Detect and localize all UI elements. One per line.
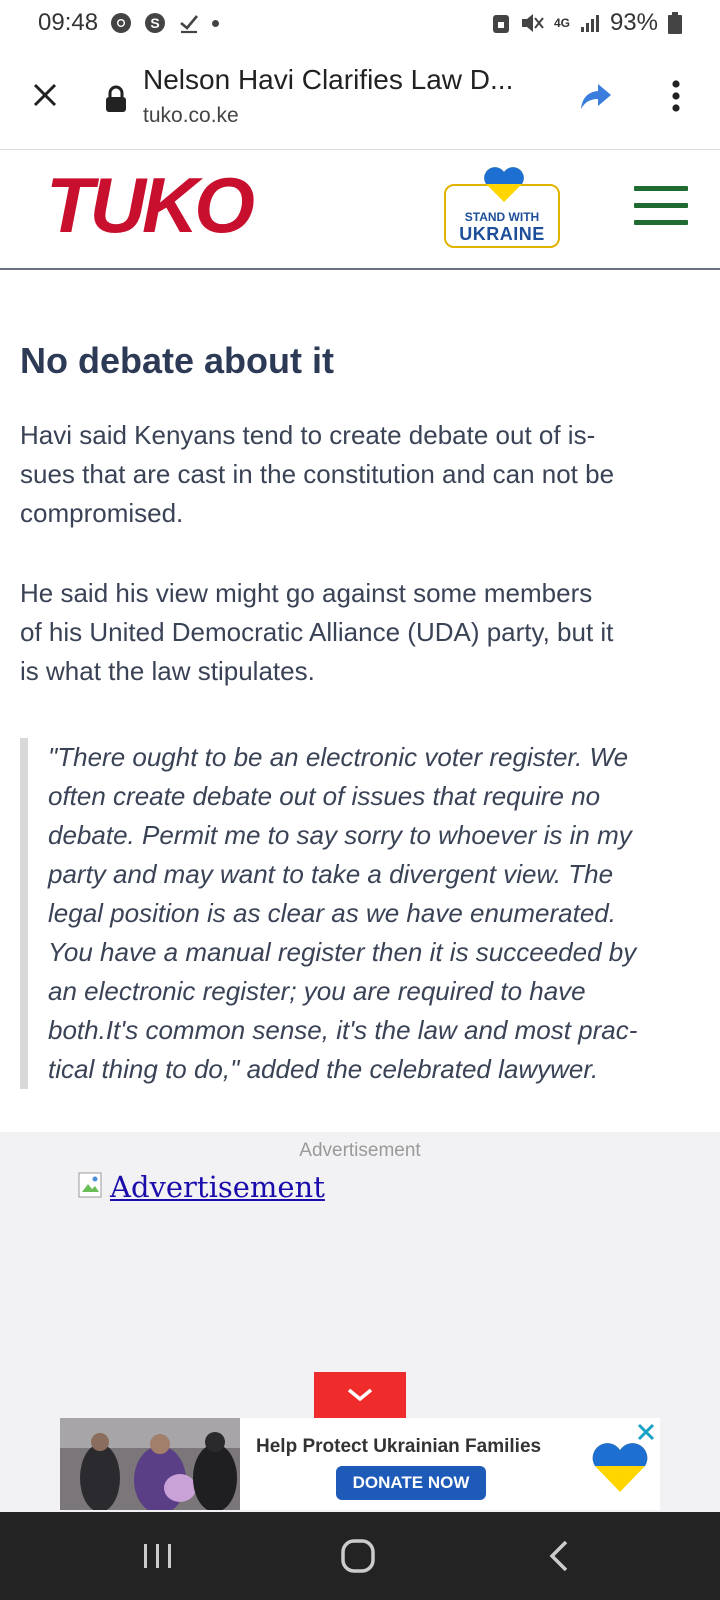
lock-icon[interactable] xyxy=(104,84,128,114)
banner-headline: Help Protect Ukrainian Families xyxy=(256,1436,542,1457)
status-time: 09:48 xyxy=(38,9,99,36)
signal-icon xyxy=(580,13,600,33)
home-button[interactable] xyxy=(338,1536,378,1576)
paragraph-2: He said his view might go against some m… xyxy=(20,578,614,686)
paragraph-1: Havi said Kenyans tend to create debate … xyxy=(20,420,615,528)
advertisement-link[interactable]: Advertisement xyxy=(78,1170,325,1204)
ad-label: Advertisement xyxy=(299,1140,421,1161)
url-domain[interactable]: tuko.co.ke xyxy=(143,104,239,128)
heart-icon xyxy=(484,167,524,202)
back-button[interactable] xyxy=(540,1536,580,1576)
recent-apps-icon xyxy=(144,1544,171,1568)
network-type: 4G xyxy=(553,15,570,30)
battery-icon xyxy=(668,12,682,34)
recent-apps-button[interactable] xyxy=(138,1536,178,1576)
blockquote: "There ought to be an electronic voter r… xyxy=(20,738,710,1089)
menu-icon xyxy=(634,186,688,191)
chrome-icon xyxy=(110,12,132,34)
s-icon: S xyxy=(144,12,166,34)
chevron-down-icon xyxy=(347,1388,373,1402)
banner-photo xyxy=(60,1418,240,1510)
browser-menu-button[interactable] xyxy=(664,76,688,116)
battery-percent: 93% xyxy=(609,9,658,36)
page-title[interactable]: Nelson Havi Clarifies Law D... xyxy=(143,64,513,96)
close-icon xyxy=(637,1423,655,1441)
svg-text:S: S xyxy=(150,15,159,31)
more-vert-icon xyxy=(672,80,680,112)
status-bar: 09:48 S 4G 93% xyxy=(0,0,720,46)
lock-badge-icon xyxy=(492,12,510,34)
badge-line1: STAND WITH xyxy=(464,210,540,224)
back-icon xyxy=(549,1540,568,1572)
close-tab-button[interactable] xyxy=(28,78,62,112)
browser-toolbar: Nelson Havi Clarifies Law D... tuko.co.k… xyxy=(0,46,720,150)
share-button[interactable] xyxy=(578,78,614,114)
badge-line2: UKRAINE xyxy=(459,224,545,244)
site-header: TUKO STAND WITH UKRAINE xyxy=(0,150,720,270)
collapse-ad-button[interactable] xyxy=(314,1372,406,1418)
check-icon xyxy=(178,12,200,34)
tuko-logo[interactable]: TUKO xyxy=(46,161,286,249)
broken-image-icon xyxy=(78,1172,108,1202)
android-nav-bar xyxy=(0,1512,720,1600)
share-icon xyxy=(581,84,611,109)
donate-now-button[interactable]: DONATE NOW xyxy=(336,1466,486,1500)
ukraine-banner-ad[interactable]: Help Protect Ukrainian Families DONATE N… xyxy=(60,1418,660,1510)
close-icon xyxy=(33,83,57,107)
mute-icon xyxy=(520,12,544,34)
svg-text:TUKO: TUKO xyxy=(46,168,254,244)
dot-icon xyxy=(212,19,220,27)
close-banner-button[interactable] xyxy=(636,1422,656,1442)
section-heading: No debate about it xyxy=(20,340,334,381)
ukraine-heart-icon xyxy=(592,1443,648,1492)
site-menu-button[interactable] xyxy=(634,186,688,228)
stand-with-ukraine-badge[interactable]: STAND WITH UKRAINE xyxy=(444,167,560,248)
home-icon xyxy=(341,1539,375,1573)
